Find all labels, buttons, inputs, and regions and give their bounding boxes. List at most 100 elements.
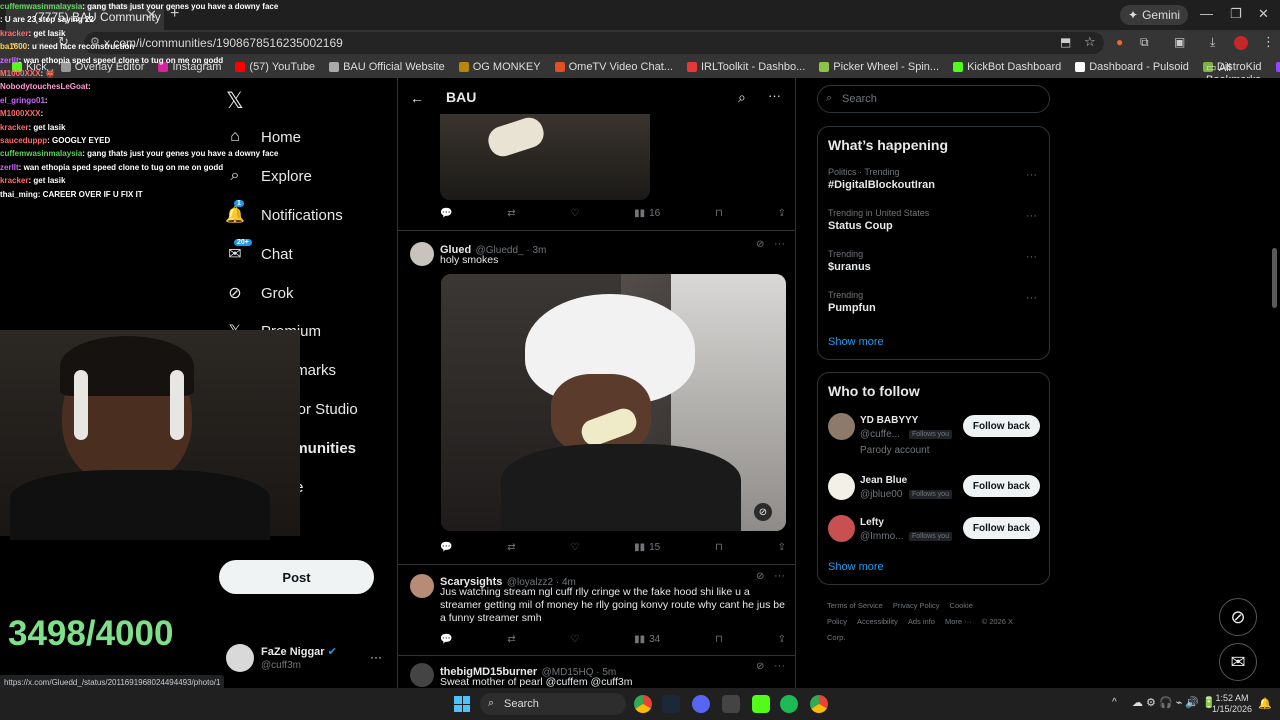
bookmark-button[interactable]: ⊓ <box>715 542 723 553</box>
like-button[interactable]: ♡ <box>570 208 579 219</box>
trend-more-icon[interactable]: ··· <box>1026 251 1037 263</box>
obs-icon[interactable] <box>722 695 740 713</box>
bookmark-button[interactable]: ⊓ <box>715 634 723 645</box>
trend-more-icon[interactable]: ··· <box>1026 169 1037 181</box>
footer-link[interactable]: More ··· <box>945 617 972 626</box>
follow-back-button[interactable]: Follow back <box>963 517 1040 539</box>
retweet-button[interactable]: ⇄ <box>507 208 515 219</box>
messages-float-button[interactable]: ✉ <box>1219 643 1257 681</box>
sidebar-item-chat[interactable]: ✉ 20+ Chat <box>226 239 293 263</box>
tweet[interactable]: 💬 ⇄ ♡ ▮▮ 16 ⊓ ⇪ <box>398 114 796 231</box>
tweet-avatar[interactable] <box>410 242 434 266</box>
more-options-icon[interactable]: ··· <box>768 88 781 103</box>
kick-icon[interactable] <box>752 695 770 713</box>
follow-name[interactable]: Lefty <box>860 517 884 528</box>
tweet[interactable]: thebigMD15burner @MD15HQ · 5m ⊘ ··· Swea… <box>398 657 796 688</box>
sidebar-item-grok[interactable]: ⊘ Grok <box>226 284 293 303</box>
bookmark-item[interactable]: OG MONKEY <box>458 61 541 73</box>
retweet-button[interactable]: ⇄ <box>507 542 515 553</box>
tweet-more-icon[interactable]: ··· <box>774 570 785 582</box>
install-app-icon[interactable]: ⬒ <box>1060 35 1071 49</box>
trend-name[interactable]: Status Coup <box>828 220 893 232</box>
tweet-media-image[interactable]: ⊘ <box>441 274 786 531</box>
account-more-icon[interactable]: ··· <box>370 650 382 664</box>
window-close-icon[interactable]: ✕ <box>1258 6 1269 22</box>
download-icon[interactable]: ⤓ <box>1210 35 1215 50</box>
tweet-media-image[interactable] <box>440 114 650 200</box>
tray-icons[interactable]: ☁ ⚙ 🎧 ⌁ 🔊 🔋 <box>1132 696 1216 709</box>
trend-name[interactable]: $uranus <box>828 261 871 273</box>
account-name[interactable]: FaZe Niggar ✔ <box>261 645 337 658</box>
share-button[interactable]: ⇪ <box>778 634 786 645</box>
spotify-icon[interactable] <box>780 695 798 713</box>
views-button[interactable]: ▮▮ 16 <box>634 208 660 219</box>
restore-icon[interactable]: ❐ <box>1230 6 1242 22</box>
follow-name[interactable]: Jean Blue <box>860 475 907 486</box>
trend-name[interactable]: Pumpfun <box>828 302 876 314</box>
follow-name[interactable]: YD BABYYY <box>860 415 918 426</box>
footer-link[interactable]: Privacy Policy <box>893 601 940 610</box>
bookmark-button[interactable]: ⊓ <box>715 208 723 219</box>
trend-more-icon[interactable]: ··· <box>1026 210 1037 222</box>
bookmark-item[interactable]: KickBot Dashboard <box>953 61 1061 73</box>
notification-icon[interactable]: 🔔 <box>1258 697 1272 710</box>
sidebar-icon[interactable]: ▣ <box>1174 35 1185 49</box>
follow-back-button[interactable]: Follow back <box>963 415 1040 437</box>
bookmark-item[interactable]: Dashboard - Pulsoid <box>1075 61 1189 73</box>
chrome-icon[interactable] <box>634 695 652 713</box>
discord-icon[interactable] <box>692 695 710 713</box>
profile-avatar-icon[interactable] <box>1234 36 1248 50</box>
follow-back-button[interactable]: Follow back <box>963 475 1040 497</box>
scrollbar-thumb[interactable] <box>1272 248 1277 308</box>
search-input[interactable]: ⌕ Search <box>817 85 1050 113</box>
tweet[interactable]: Glued @Gluedd_ · 3m ⊘ ··· holy smokes ⊘ … <box>398 232 796 565</box>
menu-icon[interactable]: ⋮ <box>1262 34 1275 50</box>
reply-button[interactable]: 💬 <box>440 208 452 219</box>
retweet-button[interactable]: ⇄ <box>507 634 515 645</box>
trend-more-icon[interactable]: ··· <box>1026 292 1037 304</box>
grok-analyze-icon[interactable]: ⊘ <box>756 239 764 250</box>
views-button[interactable]: ▮▮ 34 <box>634 634 660 645</box>
tweet-avatar[interactable] <box>410 574 434 598</box>
share-button[interactable]: ⇪ <box>778 542 786 553</box>
clock[interactable]: 1:52 AM 1/15/2026 <box>1212 693 1252 715</box>
account-avatar[interactable] <box>226 644 254 672</box>
like-button[interactable]: ♡ <box>570 542 579 553</box>
tweet-avatar[interactable] <box>410 663 434 687</box>
search-icon[interactable]: ⌕ <box>738 89 746 106</box>
back-arrow-icon[interactable]: ← <box>410 90 424 106</box>
tray-overflow-icon[interactable]: ^ <box>1112 697 1117 708</box>
bookmark-item[interactable]: BAU Official Website <box>329 61 445 73</box>
windows-start-icon[interactable] <box>454 696 470 712</box>
trends-show-more[interactable]: Show more <box>828 336 884 348</box>
grok-analyze-icon[interactable]: ⊘ <box>756 661 764 672</box>
follow-avatar[interactable] <box>828 515 855 542</box>
tweet[interactable]: Scarysights @loyalzz2 · 4m ⊘ ··· Jus wat… <box>398 566 796 656</box>
post-button[interactable]: Post <box>219 560 374 594</box>
taskbar-search[interactable]: ⌕ Search <box>480 693 626 715</box>
grok-image-icon[interactable]: ⊘ <box>754 503 772 521</box>
bookmark-item[interactable]: IRLToolkit - Dashbo... <box>686 61 805 73</box>
follow-avatar[interactable] <box>828 473 855 500</box>
extension-icon[interactable]: ● <box>1116 35 1123 49</box>
who-to-follow-show-more[interactable]: Show more <box>828 561 884 573</box>
bookmark-item[interactable]: OmeTV Video Chat... <box>554 61 673 73</box>
reply-button[interactable]: 💬 <box>440 634 452 645</box>
tweet-more-icon[interactable]: ··· <box>774 660 785 672</box>
reply-button[interactable]: 💬 <box>440 542 452 553</box>
minimize-icon[interactable]: — <box>1200 6 1213 21</box>
share-button[interactable]: ⇪ <box>778 208 786 219</box>
gemini-button[interactable]: ✦ Gemini <box>1120 5 1189 25</box>
footer-link[interactable]: Accessibility <box>857 617 898 626</box>
follow-avatar[interactable] <box>828 413 855 440</box>
grok-float-button[interactable]: ⊘ <box>1219 598 1257 636</box>
chrome-icon[interactable] <box>810 695 828 713</box>
footer-link[interactable]: Ads info <box>908 617 935 626</box>
bookmark-star-icon[interactable]: ☆ <box>1084 34 1096 50</box>
like-button[interactable]: ♡ <box>570 634 579 645</box>
extensions-puzzle-icon[interactable]: ⧉ <box>1140 35 1149 50</box>
footer-link[interactable]: Terms of Service <box>827 601 883 610</box>
tweet-more-icon[interactable]: ··· <box>774 238 785 250</box>
grok-analyze-icon[interactable]: ⊘ <box>756 571 764 582</box>
views-button[interactable]: ▮▮ 15 <box>634 542 660 553</box>
